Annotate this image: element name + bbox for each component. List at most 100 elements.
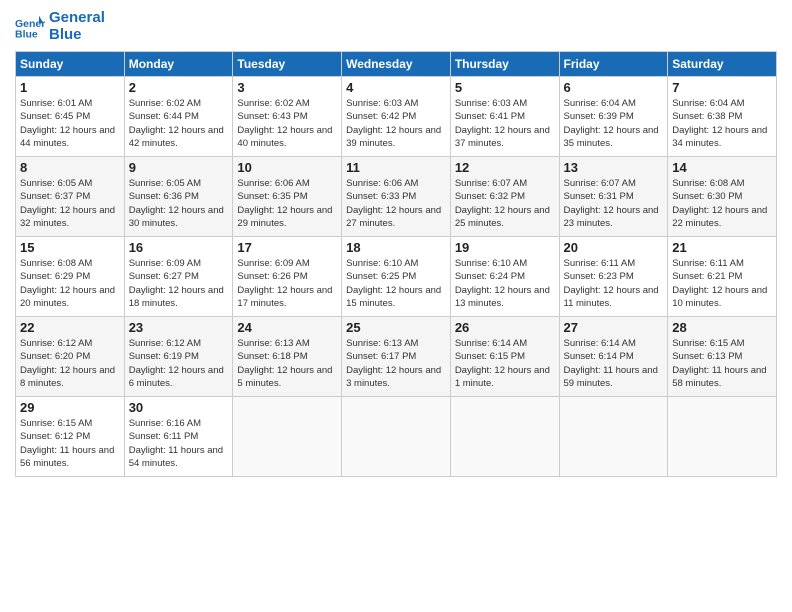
day-info: Sunrise: 6:14 AM Sunset: 6:14 PM Dayligh… [564, 337, 664, 390]
calendar-cell [668, 397, 777, 477]
calendar-cell: 25 Sunrise: 6:13 AM Sunset: 6:17 PM Dayl… [342, 317, 451, 397]
day-number: 14 [672, 160, 772, 175]
day-number: 26 [455, 320, 555, 335]
calendar-cell: 3 Sunrise: 6:02 AM Sunset: 6:43 PM Dayli… [233, 77, 342, 157]
day-info: Sunrise: 6:05 AM Sunset: 6:36 PM Dayligh… [129, 177, 229, 230]
day-info: Sunrise: 6:14 AM Sunset: 6:15 PM Dayligh… [455, 337, 555, 390]
day-number: 29 [20, 400, 120, 415]
weekday-row: SundayMondayTuesdayWednesdayThursdayFrid… [16, 52, 777, 77]
calendar-cell: 9 Sunrise: 6:05 AM Sunset: 6:36 PM Dayli… [124, 157, 233, 237]
calendar-cell [233, 397, 342, 477]
day-info: Sunrise: 6:08 AM Sunset: 6:30 PM Dayligh… [672, 177, 772, 230]
day-number: 10 [237, 160, 337, 175]
day-number: 23 [129, 320, 229, 335]
calendar-cell: 27 Sunrise: 6:14 AM Sunset: 6:14 PM Dayl… [559, 317, 668, 397]
day-number: 22 [20, 320, 120, 335]
calendar-cell: 7 Sunrise: 6:04 AM Sunset: 6:38 PM Dayli… [668, 77, 777, 157]
day-number: 25 [346, 320, 446, 335]
day-info: Sunrise: 6:16 AM Sunset: 6:11 PM Dayligh… [129, 417, 229, 470]
day-info: Sunrise: 6:04 AM Sunset: 6:39 PM Dayligh… [564, 97, 664, 150]
calendar-cell: 28 Sunrise: 6:15 AM Sunset: 6:13 PM Dayl… [668, 317, 777, 397]
day-info: Sunrise: 6:03 AM Sunset: 6:42 PM Dayligh… [346, 97, 446, 150]
day-number: 3 [237, 80, 337, 95]
calendar-cell: 21 Sunrise: 6:11 AM Sunset: 6:21 PM Dayl… [668, 237, 777, 317]
day-number: 21 [672, 240, 772, 255]
calendar-cell [559, 397, 668, 477]
calendar-cell: 15 Sunrise: 6:08 AM Sunset: 6:29 PM Dayl… [16, 237, 125, 317]
day-number: 20 [564, 240, 664, 255]
calendar-cell [450, 397, 559, 477]
calendar-cell: 11 Sunrise: 6:06 AM Sunset: 6:33 PM Dayl… [342, 157, 451, 237]
calendar-cell: 20 Sunrise: 6:11 AM Sunset: 6:23 PM Dayl… [559, 237, 668, 317]
logo-blue: Blue [49, 27, 105, 44]
calendar-week-row: 1 Sunrise: 6:01 AM Sunset: 6:45 PM Dayli… [16, 77, 777, 157]
day-info: Sunrise: 6:10 AM Sunset: 6:24 PM Dayligh… [455, 257, 555, 310]
weekday-header: Thursday [450, 52, 559, 77]
calendar-week-row: 15 Sunrise: 6:08 AM Sunset: 6:29 PM Dayl… [16, 237, 777, 317]
day-info: Sunrise: 6:13 AM Sunset: 6:17 PM Dayligh… [346, 337, 446, 390]
day-info: Sunrise: 6:06 AM Sunset: 6:35 PM Dayligh… [237, 177, 337, 230]
weekday-header: Monday [124, 52, 233, 77]
day-number: 19 [455, 240, 555, 255]
day-number: 11 [346, 160, 446, 175]
day-info: Sunrise: 6:11 AM Sunset: 6:21 PM Dayligh… [672, 257, 772, 310]
day-info: Sunrise: 6:11 AM Sunset: 6:23 PM Dayligh… [564, 257, 664, 310]
day-number: 28 [672, 320, 772, 335]
calendar-cell: 8 Sunrise: 6:05 AM Sunset: 6:37 PM Dayli… [16, 157, 125, 237]
day-info: Sunrise: 6:02 AM Sunset: 6:43 PM Dayligh… [237, 97, 337, 150]
logo-icon: General Blue [15, 12, 45, 42]
weekday-header: Tuesday [233, 52, 342, 77]
calendar-week-row: 29 Sunrise: 6:15 AM Sunset: 6:12 PM Dayl… [16, 397, 777, 477]
calendar-cell: 2 Sunrise: 6:02 AM Sunset: 6:44 PM Dayli… [124, 77, 233, 157]
day-info: Sunrise: 6:12 AM Sunset: 6:19 PM Dayligh… [129, 337, 229, 390]
calendar-week-row: 8 Sunrise: 6:05 AM Sunset: 6:37 PM Dayli… [16, 157, 777, 237]
day-info: Sunrise: 6:08 AM Sunset: 6:29 PM Dayligh… [20, 257, 120, 310]
calendar-cell: 17 Sunrise: 6:09 AM Sunset: 6:26 PM Dayl… [233, 237, 342, 317]
calendar-cell: 14 Sunrise: 6:08 AM Sunset: 6:30 PM Dayl… [668, 157, 777, 237]
calendar-cell: 4 Sunrise: 6:03 AM Sunset: 6:42 PM Dayli… [342, 77, 451, 157]
weekday-header: Wednesday [342, 52, 451, 77]
day-info: Sunrise: 6:12 AM Sunset: 6:20 PM Dayligh… [20, 337, 120, 390]
day-number: 17 [237, 240, 337, 255]
day-number: 4 [346, 80, 446, 95]
header: General Blue General Blue [15, 10, 777, 43]
day-info: Sunrise: 6:05 AM Sunset: 6:37 PM Dayligh… [20, 177, 120, 230]
day-number: 9 [129, 160, 229, 175]
logo: General Blue General Blue [15, 10, 105, 43]
day-info: Sunrise: 6:07 AM Sunset: 6:31 PM Dayligh… [564, 177, 664, 230]
day-number: 13 [564, 160, 664, 175]
day-number: 18 [346, 240, 446, 255]
day-info: Sunrise: 6:13 AM Sunset: 6:18 PM Dayligh… [237, 337, 337, 390]
day-number: 24 [237, 320, 337, 335]
day-info: Sunrise: 6:07 AM Sunset: 6:32 PM Dayligh… [455, 177, 555, 230]
day-number: 8 [20, 160, 120, 175]
svg-text:Blue: Blue [15, 28, 38, 40]
day-info: Sunrise: 6:06 AM Sunset: 6:33 PM Dayligh… [346, 177, 446, 230]
day-number: 15 [20, 240, 120, 255]
calendar-header: SundayMondayTuesdayWednesdayThursdayFrid… [16, 52, 777, 77]
weekday-header: Friday [559, 52, 668, 77]
day-info: Sunrise: 6:04 AM Sunset: 6:38 PM Dayligh… [672, 97, 772, 150]
calendar-cell: 13 Sunrise: 6:07 AM Sunset: 6:31 PM Dayl… [559, 157, 668, 237]
calendar-cell: 12 Sunrise: 6:07 AM Sunset: 6:32 PM Dayl… [450, 157, 559, 237]
day-info: Sunrise: 6:03 AM Sunset: 6:41 PM Dayligh… [455, 97, 555, 150]
calendar-cell: 30 Sunrise: 6:16 AM Sunset: 6:11 PM Dayl… [124, 397, 233, 477]
day-number: 6 [564, 80, 664, 95]
weekday-header: Saturday [668, 52, 777, 77]
day-info: Sunrise: 6:01 AM Sunset: 6:45 PM Dayligh… [20, 97, 120, 150]
calendar-cell [342, 397, 451, 477]
calendar-cell: 22 Sunrise: 6:12 AM Sunset: 6:20 PM Dayl… [16, 317, 125, 397]
weekday-header: Sunday [16, 52, 125, 77]
day-info: Sunrise: 6:15 AM Sunset: 6:12 PM Dayligh… [20, 417, 120, 470]
calendar-cell: 5 Sunrise: 6:03 AM Sunset: 6:41 PM Dayli… [450, 77, 559, 157]
day-info: Sunrise: 6:10 AM Sunset: 6:25 PM Dayligh… [346, 257, 446, 310]
day-number: 7 [672, 80, 772, 95]
day-number: 30 [129, 400, 229, 415]
day-info: Sunrise: 6:09 AM Sunset: 6:27 PM Dayligh… [129, 257, 229, 310]
logo-general: General [49, 10, 105, 27]
calendar-table: SundayMondayTuesdayWednesdayThursdayFrid… [15, 51, 777, 477]
calendar-cell: 6 Sunrise: 6:04 AM Sunset: 6:39 PM Dayli… [559, 77, 668, 157]
calendar-cell: 29 Sunrise: 6:15 AM Sunset: 6:12 PM Dayl… [16, 397, 125, 477]
day-number: 16 [129, 240, 229, 255]
day-number: 1 [20, 80, 120, 95]
